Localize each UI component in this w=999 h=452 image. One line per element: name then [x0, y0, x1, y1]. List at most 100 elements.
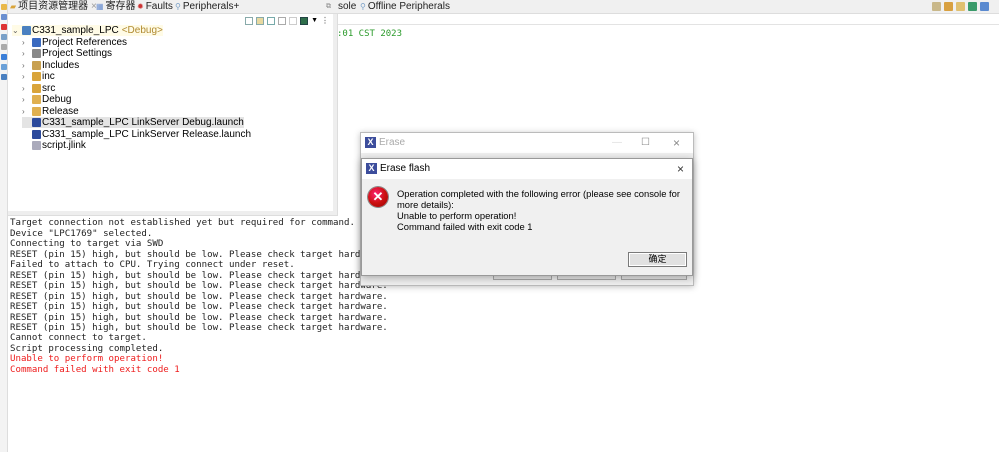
- tree-item[interactable]: ⌄ C331_sample_LPC <Debug>: [12, 25, 163, 36]
- chevron-down-icon[interactable]: ⌄: [12, 25, 22, 36]
- chevron-right-icon[interactable]: ›: [22, 60, 32, 71]
- close-button[interactable]: ×: [677, 159, 684, 179]
- tab-registers[interactable]: ▦ 寄存器: [96, 1, 136, 13]
- view-tab-bar: ▰ 项目资源管理器 × ▦ 寄存器 ✹ Faults ⚲ Peripherals+ ⧉ …: [8, 0, 999, 14]
- tree-item-label: Project References: [42, 36, 128, 48]
- bug-icon: ✹: [137, 2, 144, 11]
- collapse-all-icon[interactable]: [245, 16, 254, 25]
- console-line: RESET (pin 15) high, but should be low. …: [10, 302, 388, 313]
- chevron-right-icon[interactable]: ›: [22, 71, 32, 82]
- console-header: [337, 14, 999, 25]
- console-line: RESET (pin 15) high, but should be low. …: [10, 312, 388, 323]
- tree-item[interactable]: › Project References: [22, 37, 127, 48]
- console-line: Cannot connect to target.: [10, 333, 147, 344]
- filter-icon[interactable]: [267, 16, 276, 25]
- tree-item-label: C331_sample_LPC: [32, 25, 119, 36]
- build-config-label: <Debug>: [121, 25, 163, 36]
- tree-item[interactable]: › Includes: [22, 60, 79, 71]
- tab-faults[interactable]: ✹ Faults: [137, 1, 173, 13]
- tree-node-icon: [32, 72, 41, 81]
- restore-icon[interactable]: ⧉: [326, 1, 331, 13]
- tree-item[interactable]: › Project Settings: [22, 48, 112, 59]
- variables-icon[interactable]: [1, 64, 7, 70]
- faults-icon[interactable]: [1, 24, 7, 30]
- minimize-button[interactable]: —: [612, 133, 622, 153]
- tree-item-label: C331_sample_LPC LinkServer Release.launc…: [42, 128, 252, 140]
- tree-item[interactable]: C331_sample_LPC LinkServer Debug.launch: [22, 117, 244, 128]
- console-line: Target connection not established yet bu…: [10, 218, 355, 229]
- tree-item[interactable]: › inc: [22, 71, 55, 82]
- power-icon[interactable]: [1, 54, 7, 60]
- tab-offline-peripherals[interactable]: ⚲ Offline Peripherals: [360, 1, 450, 13]
- tree-node-icon: [32, 106, 41, 116]
- tree-node-icon: [32, 95, 41, 104]
- xpresso-icon[interactable]: [300, 16, 309, 25]
- ok-button[interactable]: 确定: [628, 252, 687, 267]
- chevron-right-icon[interactable]: ›: [22, 106, 32, 117]
- tree-item-label: Release: [42, 105, 79, 117]
- console-line: RESET (pin 15) high, but should be low. …: [10, 270, 388, 281]
- more-icon[interactable]: ⋮: [321, 16, 329, 25]
- error-message: Operation completed with the following e…: [397, 188, 687, 232]
- chevron-right-icon[interactable]: ›: [22, 48, 32, 59]
- tree-node-icon: [22, 26, 31, 35]
- sync-icon[interactable]: [289, 16, 298, 25]
- menu-dropdown-icon[interactable]: ▼: [311, 17, 318, 24]
- tree-item-label: script.jlink: [42, 140, 86, 151]
- console-error-line: Unable to perform operation!: [10, 354, 164, 365]
- app-logo-icon: X: [366, 163, 377, 174]
- clear-console-icon[interactable]: [932, 2, 941, 11]
- link-icon[interactable]: [1, 44, 7, 50]
- tab-label: Faults: [145, 1, 173, 12]
- console-header-text: :01 CST 2023: [337, 29, 403, 39]
- tab-label: sole: [338, 1, 357, 12]
- console-line: Device "LPC1769" selected.: [10, 228, 153, 239]
- tree-node-icon: [32, 60, 41, 70]
- tab-label: Peripherals+: [182, 1, 240, 12]
- grid-icon[interactable]: [278, 16, 287, 25]
- window-title: Erase: [379, 137, 406, 148]
- chevron-right-icon[interactable]: ›: [22, 94, 32, 105]
- console-line: Failed to attach to CPU. Trying connect …: [10, 260, 295, 271]
- tree-node-icon: [32, 83, 41, 93]
- erase-flash-dialog: X Erase flash × ✕ Operation completed wit…: [361, 158, 693, 276]
- tree-item-label: inc: [42, 71, 55, 82]
- peripherals-icon: ⚲: [360, 2, 366, 11]
- scroll-lock-icon[interactable]: [944, 2, 953, 11]
- link-editor-icon[interactable]: [256, 16, 265, 25]
- tree-item[interactable]: › Debug: [22, 94, 71, 105]
- console-error-line: Command failed with exit code 1: [10, 364, 180, 375]
- tree-item-label: Project Settings: [42, 48, 113, 59]
- chevron-right-icon[interactable]: ›: [22, 83, 32, 94]
- open-console-icon[interactable]: [980, 2, 989, 11]
- message-line: Operation completed with the following e…: [397, 188, 680, 210]
- project-explorer-panel: ▼ ⋮ ⌄ C331_sample_LPC <Debug> › Project Refe…: [8, 14, 337, 215]
- explorer-icon[interactable]: [1, 4, 7, 10]
- registers-icon[interactable]: [1, 14, 7, 20]
- console-toolbar: [932, 2, 989, 11]
- folder-icon: ▰: [10, 2, 17, 11]
- tree-item[interactable]: C331_sample_LPC LinkServer Release.launc…: [22, 129, 251, 140]
- chevron-right-icon[interactable]: ›: [22, 37, 32, 48]
- peripherals-icon[interactable]: [1, 34, 7, 40]
- tree-item-label: C331_sample_LPC LinkServer Debug.launch: [42, 117, 244, 128]
- message-line: Command failed with exit code 1: [397, 221, 533, 232]
- tab-label: 项目资源管理器: [18, 1, 89, 12]
- message-line: Unable to perform operation!: [397, 210, 517, 221]
- tree-item[interactable]: script.jlink: [22, 140, 86, 151]
- console-line: RESET (pin 15) high, but should be low. …: [10, 281, 388, 292]
- tree-item[interactable]: › Release: [22, 106, 79, 117]
- close-button[interactable]: ×: [673, 133, 680, 153]
- registers-icon: ▦: [96, 2, 104, 11]
- maximize-button[interactable]: ☐: [641, 133, 650, 153]
- tab-project-explorer[interactable]: ▰ 项目资源管理器 ×: [10, 1, 97, 13]
- tree-item[interactable]: › src: [22, 83, 55, 94]
- tree-item-label: src: [42, 82, 56, 94]
- tab-console[interactable]: sole: [338, 1, 356, 13]
- pin-icon[interactable]: [956, 2, 965, 11]
- console-line: RESET (pin 15) high, but should be low. …: [10, 322, 388, 333]
- breakpoints-icon[interactable]: [1, 74, 7, 80]
- console-line: Connecting to target via SWD: [10, 239, 164, 250]
- tab-peripherals[interactable]: ⚲ Peripherals+: [175, 1, 239, 13]
- display-console-icon[interactable]: [968, 2, 977, 11]
